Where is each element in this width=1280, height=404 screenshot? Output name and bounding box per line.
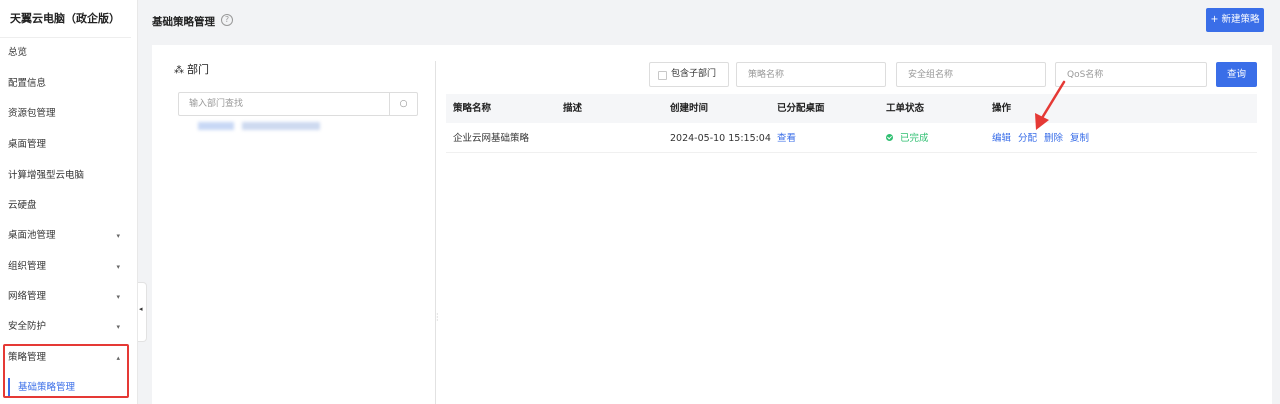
table-row: 企业云网基础策略 2024-05-10 15:15:04 查看 已完成 编辑 分… bbox=[446, 124, 1257, 153]
sidebar-item-resource-packs[interactable]: 资源包管理 bbox=[0, 102, 132, 126]
sidebar-item-label: 策略管理 bbox=[8, 352, 47, 363]
security-group-input[interactable] bbox=[897, 63, 1045, 86]
include-sub-dept-label: 包含子部门 bbox=[671, 69, 717, 79]
check-icon bbox=[886, 134, 893, 141]
sidebar: 天翼云电脑（政企版） 总览 配置信息 资源包管理 桌面管理 计算增强型云电脑 云… bbox=[0, 0, 138, 404]
chevron-down-icon: ▾ bbox=[116, 293, 120, 301]
chevron-down-icon: ▾ bbox=[116, 232, 120, 240]
column-header-name: 策略名称 bbox=[453, 103, 492, 114]
status-text: 已完成 bbox=[900, 133, 929, 144]
qos-input[interactable] bbox=[1056, 63, 1206, 86]
panel-divider bbox=[435, 61, 436, 404]
sidebar-item-label: 配置信息 bbox=[8, 78, 47, 89]
policy-name-cell: 企业云网基础策略 bbox=[453, 133, 530, 144]
tree-icon: ⁂ bbox=[174, 65, 184, 76]
sidebar-item-policy[interactable]: 策略管理 ▴ bbox=[0, 346, 132, 370]
dept-tree-node[interactable] bbox=[198, 121, 322, 131]
column-header-status: 工单状态 bbox=[886, 103, 925, 114]
edit-link[interactable]: 编辑 bbox=[992, 124, 1011, 153]
sidebar-item-cloud-disk[interactable]: 云硬盘 bbox=[0, 194, 132, 218]
sidebar-item-config-info[interactable]: 配置信息 bbox=[0, 72, 132, 96]
redacted-text bbox=[198, 122, 234, 130]
sidebar-subitem-label: 基础策略管理 bbox=[18, 382, 76, 393]
status-badge: 已完成 bbox=[886, 124, 929, 153]
view-assigned-link[interactable]: 查看 bbox=[777, 124, 796, 153]
page-header: 基础策略管理 ? + 新建策略 bbox=[152, 0, 1280, 44]
new-policy-button[interactable]: + 新建策略 bbox=[1206, 8, 1264, 32]
policy-name-field bbox=[736, 62, 886, 87]
assign-link[interactable]: 分配 bbox=[1018, 124, 1037, 153]
sidebar-item-organization[interactable]: 组织管理 ▾ bbox=[0, 255, 132, 279]
delete-link[interactable]: 删除 bbox=[1044, 124, 1063, 153]
sidebar-item-label: 云硬盘 bbox=[8, 200, 37, 211]
redacted-text bbox=[242, 122, 320, 130]
sidebar-item-label: 组织管理 bbox=[8, 261, 47, 272]
sidebar-item-label: 资源包管理 bbox=[8, 108, 56, 119]
checkbox-box bbox=[658, 71, 667, 80]
dept-title: ⁂ 部门 bbox=[174, 61, 209, 77]
chevron-down-icon: ▾ bbox=[116, 263, 120, 271]
dept-search-input[interactable] bbox=[179, 93, 385, 115]
sidebar-item-compute-enhanced[interactable]: 计算增强型云电脑 bbox=[0, 164, 132, 188]
sidebar-subitem-basic-policy[interactable]: 基础策略管理 bbox=[8, 378, 126, 398]
content-panel: ⁂部门 ○ ··· 包含子部门 查询 策略名称 描述 创建时间 已分配桌面 工单… bbox=[152, 45, 1272, 404]
copy-link[interactable]: 复制 bbox=[1070, 124, 1089, 153]
sidebar-item-label: 桌面池管理 bbox=[8, 230, 56, 241]
include-sub-dept-checkbox[interactable]: 包含子部门 bbox=[649, 62, 729, 87]
column-header-created: 创建时间 bbox=[670, 103, 709, 114]
resize-handle[interactable]: · · · bbox=[436, 311, 439, 325]
page-title: 基础策略管理 bbox=[152, 16, 215, 28]
chevron-down-icon: ▾ bbox=[116, 323, 120, 331]
sidebar-item-label: 总览 bbox=[8, 47, 28, 58]
sidebar-item-overview[interactable]: 总览 bbox=[0, 41, 132, 65]
help-icon[interactable]: ? bbox=[221, 14, 233, 26]
sidebar-item-desktops[interactable]: 桌面管理 bbox=[0, 133, 132, 157]
query-button[interactable]: 查询 bbox=[1216, 62, 1257, 87]
table-header: 策略名称 描述 创建时间 已分配桌面 工单状态 操作 bbox=[446, 94, 1257, 123]
sidebar-item-label: 计算增强型云电脑 bbox=[8, 170, 85, 181]
sidebar-item-label: 安全防护 bbox=[8, 321, 47, 332]
search-icon[interactable]: ○ bbox=[389, 93, 417, 115]
sidebar-item-security[interactable]: 安全防护 ▾ bbox=[0, 315, 132, 339]
column-header-description: 描述 bbox=[563, 103, 583, 114]
chevron-up-icon: ▴ bbox=[116, 354, 120, 362]
sidebar-item-label: 桌面管理 bbox=[8, 139, 47, 150]
dept-search: ○ bbox=[178, 92, 418, 116]
sidebar-item-desktop-pools[interactable]: 桌面池管理 ▾ bbox=[0, 224, 132, 248]
collapse-left-icon: ◂ bbox=[139, 305, 143, 313]
policy-name-input[interactable] bbox=[737, 63, 885, 86]
sidebar-item-label: 网络管理 bbox=[8, 291, 47, 302]
sidebar-collapse-handle[interactable]: ◂ bbox=[138, 282, 147, 342]
column-header-actions: 操作 bbox=[992, 103, 1012, 114]
column-header-assigned: 已分配桌面 bbox=[777, 103, 825, 114]
security-group-field bbox=[896, 62, 1046, 87]
brand-title: 天翼云电脑（政企版） bbox=[0, 0, 131, 38]
created-time-cell: 2024-05-10 15:15:04 bbox=[670, 133, 771, 144]
dept-title-label: 部门 bbox=[187, 63, 209, 76]
sidebar-item-network[interactable]: 网络管理 ▾ bbox=[0, 285, 132, 309]
qos-field bbox=[1055, 62, 1207, 87]
